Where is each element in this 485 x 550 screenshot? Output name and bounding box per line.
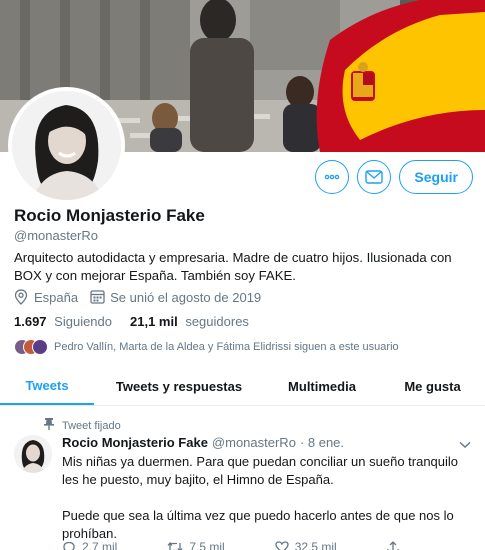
tab-media[interactable]: Multimedia (264, 368, 380, 405)
followers-label: seguidores (185, 314, 249, 329)
reply-count: 2,7 mil (82, 540, 118, 550)
more-icon (325, 174, 340, 180)
tweet-paragraph: Puede que sea la última vez que puedo ha… (62, 508, 454, 541)
calendar-icon (90, 289, 106, 305)
like-button[interactable]: 32,5 mil (275, 540, 337, 550)
avatar (32, 339, 48, 355)
profile-avatar[interactable] (8, 87, 125, 204)
pinned-label: Tweet fijado (62, 419, 121, 432)
reply-button[interactable]: 2,7 mil (62, 540, 117, 550)
tweet-author-name[interactable]: Rocio Monjasterio Fake (62, 435, 208, 450)
profile-bio: Arquitecto autodidacta y empresaria. Mad… (14, 250, 452, 283)
following-link[interactable]: 1.697 Siguiendo (14, 314, 112, 329)
retweet-count: 7,5 mil (189, 540, 225, 550)
share-button[interactable] (387, 540, 405, 550)
tab-tweets[interactable]: Tweets (0, 368, 94, 405)
profile-actions: Seguir (315, 160, 473, 194)
more-button[interactable] (315, 160, 350, 194)
tweet-actions: 2,7 mil 7,5 mil 32,5 mil (62, 540, 455, 550)
tweet-author-handle[interactable]: @monasterRo (212, 435, 296, 450)
pin-icon (44, 418, 54, 433)
tweet-author-avatar[interactable] (14, 435, 52, 473)
tweet-menu-button[interactable] (459, 436, 471, 454)
message-button[interactable] (357, 160, 392, 194)
chevron-down-icon (459, 441, 471, 449)
avatar-photo (14, 435, 52, 473)
tweet-header: Rocio Monjasterio Fake @monasterRo · 8 e… (62, 435, 344, 450)
following-label: Siguiendo (54, 314, 112, 329)
location-icon (14, 289, 30, 305)
profile-tabs: Tweets Tweets y respuestas Multimedia Me… (0, 368, 485, 406)
tweet-date[interactable]: · 8 ene. (300, 435, 344, 450)
reply-icon (63, 541, 75, 550)
profile-handle: @monasterRo (14, 228, 99, 243)
tweet-text: Mis niñas ya duermen. Para que puedan co… (62, 453, 472, 550)
followed-by[interactable]: Pedro Vallín, Marta de la Aldea y Fátima… (14, 339, 399, 355)
retweet-button[interactable]: 7,5 mil (167, 540, 225, 550)
profile-joined: Se unió el agosto de 2019 (110, 289, 262, 305)
share-icon (387, 540, 399, 550)
mail-icon (365, 170, 384, 184)
followed-by-text: Pedro Vallín, Marta de la Aldea y Fátima… (54, 341, 399, 353)
tab-likes[interactable]: Me gusta (380, 368, 485, 405)
following-count: 1.697 (14, 314, 47, 329)
retweet-icon (167, 541, 183, 550)
profile-meta: España Se unió el agosto de 2019 (14, 289, 261, 305)
profile-counts: 1.697 Siguiendo 21,1 mil seguidores (14, 314, 249, 329)
pinned-indicator: Tweet fijado (44, 418, 121, 433)
heart-icon (275, 541, 289, 550)
like-count: 32,5 mil (294, 540, 337, 550)
followed-by-avatars (14, 339, 48, 355)
tab-tweets-and-replies[interactable]: Tweets y respuestas (94, 368, 264, 405)
avatar-photo (12, 91, 121, 200)
tweet-paragraph: Mis niñas ya duermen. Para que puedan co… (62, 454, 459, 487)
followers-link[interactable]: 21,1 mil seguidores (130, 314, 249, 329)
profile-location: España (34, 289, 79, 305)
profile-name: Rocio Monjasterio Fake (14, 206, 205, 225)
followers-count: 21,1 mil (130, 314, 178, 329)
follow-button[interactable]: Seguir (399, 160, 473, 194)
